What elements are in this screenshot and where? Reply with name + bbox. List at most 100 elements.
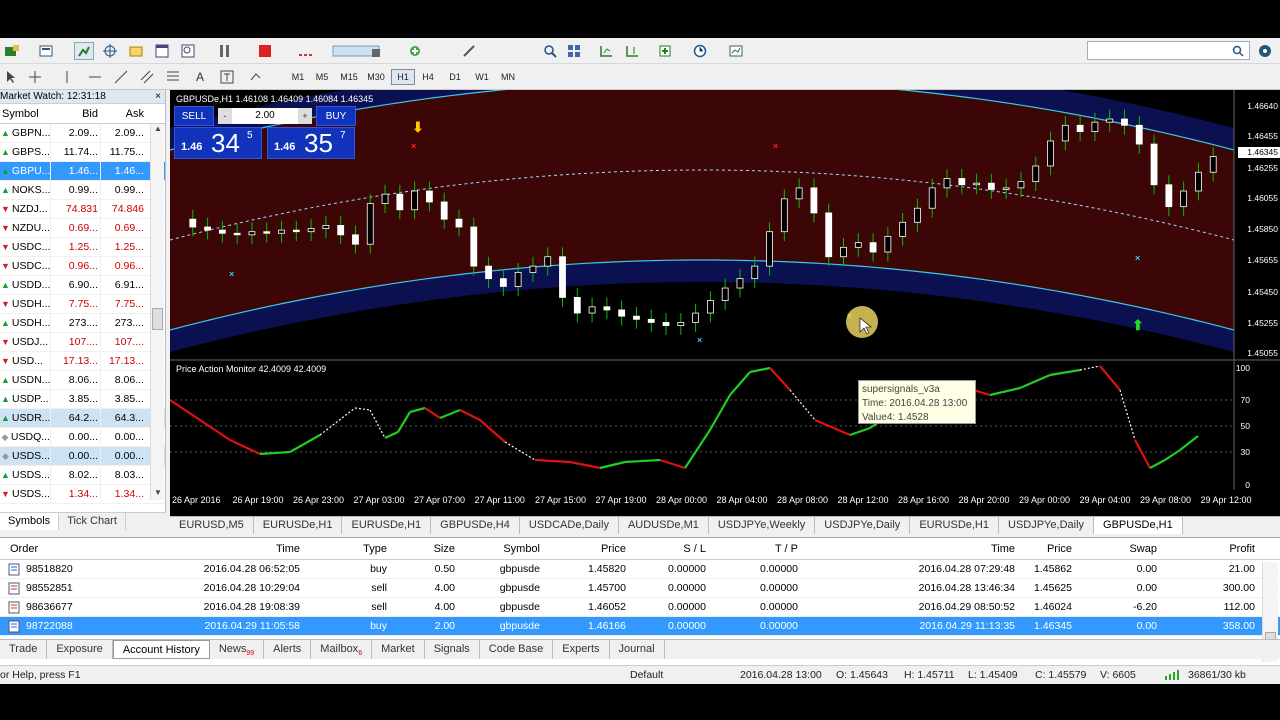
chart-tab[interactable]: AUDUSDe,M1 [619,517,709,534]
timeframe-m30[interactable]: M30 [364,69,388,85]
chart-tab[interactable]: EURUSDe,H1 [910,517,999,534]
crosshair-icon[interactable] [26,68,44,86]
terminal-tab[interactable]: Mailbox6 [311,640,373,659]
column-ask[interactable]: Ask [100,104,146,123]
channel-icon[interactable] [138,68,156,86]
sell-button[interactable]: SELL [174,106,214,126]
history-row[interactable]: 98636677 2016.04.28 19:08:39 sell 4.00 gbpus… [0,598,1280,617]
chart-tab[interactable]: USDJPYe,Weekly [709,517,816,534]
market-watch-row[interactable]: ▼ USD... 17.13... 17.13... [0,352,165,371]
market-watch-row[interactable]: ▼ USDJ... 107.... 107.... [0,333,165,352]
tab-symbols[interactable]: Symbols [0,513,60,530]
terminal-tab[interactable]: Alerts [264,640,312,659]
column-header[interactable]: T / P [775,538,798,560]
market-watch-row[interactable]: ▼ USDC... 0.96... 0.96... [0,257,165,276]
column-header[interactable]: Type [363,538,387,560]
buy-button[interactable]: BUY [316,106,356,126]
terminal-tab[interactable]: Exposure [47,640,113,659]
data-window-icon[interactable] [126,42,146,60]
new-order-icon[interactable] [404,42,428,60]
templates-icon[interactable] [724,42,752,60]
market-watch-row[interactable]: ▲ NOKS... 0.99... 0.99... [0,181,165,200]
chart-tab[interactable]: EURUSDe,H1 [342,517,432,534]
market-watch-row[interactable]: ▲ GBPU... 1.46... 1.46... [0,162,165,181]
terminal-tab[interactable]: Experts [553,640,610,659]
terminal-tab[interactable]: Signals [425,640,480,659]
market-watch-row[interactable]: ▲ USDS... 8.02... 8.03... [0,466,165,485]
scroll-down-icon[interactable]: ▼ [152,488,164,500]
scroll-up-icon[interactable]: ▲ [152,124,164,136]
scroll-thumb[interactable] [152,308,163,330]
column-header[interactable]: Time [991,538,1015,560]
history-row[interactable]: 98518820 2016.04.28 06:52:05 buy 0.50 gbpusd… [0,560,1280,579]
autotrading-icon[interactable] [330,42,384,60]
market-watch-scrollbar[interactable]: ▲ ▼ [150,124,164,500]
market-watch-row[interactable]: ▼ USDC... 1.25... 1.25... [0,238,165,257]
chart-tab[interactable]: EURUSDe,H1 [254,517,343,534]
timeframe-d1[interactable]: D1 [443,69,467,85]
market-watch-row[interactable]: ▼ NZDU... 0.69... 0.69... [0,219,165,238]
close-icon[interactable]: × [155,90,161,104]
zoom-icon[interactable] [540,42,560,60]
chart-shift-icon[interactable] [622,42,642,60]
indicators-icon[interactable] [654,42,682,60]
terminal-tab[interactable]: Journal [610,640,665,659]
arrows-icon[interactable] [244,68,272,86]
history-row[interactable]: 98722088 2016.04.29 11:05:58 buy 2.00 gbpusd… [0,617,1280,636]
timeframe-mn[interactable]: MN [496,69,520,85]
search-icon[interactable] [1230,42,1246,60]
column-header[interactable]: Price [1047,538,1072,560]
search-input[interactable] [1087,41,1250,60]
terminal-tab[interactable]: Account History [112,640,210,659]
column-bid[interactable]: Bid [50,104,100,123]
trendline-icon[interactable] [112,68,130,86]
lot-decrease-button[interactable]: - [218,108,232,124]
tab-tick-chart[interactable]: Tick Chart [59,513,126,530]
terminal-tab[interactable]: Code Base [480,640,554,659]
terminal-tab[interactable]: Market [372,640,425,659]
column-header[interactable]: Symbol [503,538,540,560]
horizontal-line-icon[interactable] [86,68,104,86]
crosshair-navigator-icon[interactable] [100,42,120,60]
stop-icon[interactable] [254,42,276,60]
chart-window-icon[interactable] [74,42,94,60]
timeframe-h4[interactable]: H4 [416,69,440,85]
chart-tab[interactable]: GBPUSDe,H4 [431,517,520,534]
chart-tab[interactable]: USDJPYe,Daily [999,517,1095,534]
market-watch-row[interactable]: ▲ USDP... 3.85... 3.85... [0,390,165,409]
market-watch-row[interactable]: ▼ USDS... 1.34... 1.34... [0,485,165,504]
terminal-tab[interactable]: Trade [0,640,48,659]
column-header[interactable]: Size [434,538,455,560]
timeframe-m1[interactable]: M1 [286,69,310,85]
trade-levels-icon[interactable] [294,42,318,60]
sell-price[interactable]: 1.46 34 5 [174,127,262,159]
terminal-icon[interactable] [178,42,198,60]
column-header[interactable]: S / L [683,538,706,560]
tile-windows-icon[interactable] [564,42,584,60]
vertical-line-icon[interactable] [60,68,74,86]
market-watch-row[interactable]: ▲ USDH... 273.... 273.... [0,314,165,333]
chart-window[interactable]: ⬇⬆×××××× GBPUSDe,H1 1.46108 1.46409 1.46… [170,90,1280,530]
chart-tab[interactable]: GBPUSDe,H1 [1094,517,1183,534]
lot-increase-button[interactable]: + [298,108,312,124]
cursor-icon[interactable] [2,68,20,86]
meta-editor-icon[interactable] [458,42,482,60]
market-watch-row[interactable]: ▲ GBPN... 2.09... 2.09... [0,124,165,143]
pause-icon[interactable] [214,42,236,60]
periods-icon[interactable] [688,42,716,60]
market-watch-row[interactable]: ▲ USDD... 6.90... 6.91... [0,276,165,295]
chart-tab[interactable]: USDCADe,Daily [520,517,619,534]
market-watch-row[interactable]: ▲ USDN... 8.06... 8.06... [0,371,165,390]
market-watch-row[interactable]: ▼ NZDJ... 74.831 74.846 [0,200,165,219]
timeframe-m5[interactable]: M5 [310,69,334,85]
fibonacci-icon[interactable] [164,68,182,86]
column-header[interactable]: Profit [1229,538,1255,560]
history-row[interactable]: 98552851 2016.04.28 10:29:04 sell 4.00 gbpus… [0,579,1280,598]
chart-tab[interactable]: EURUSD,M5 [170,517,254,534]
column-header[interactable]: Swap [1129,538,1157,560]
autoscroll-icon[interactable] [596,42,616,60]
chart-tab[interactable]: USDJPYe,Daily [815,517,911,534]
column-header[interactable]: Price [601,538,626,560]
buy-price[interactable]: 1.46 35 7 [267,127,355,159]
market-watch-row[interactable]: ▲ GBPS... 11.74... 11.75... [0,143,165,162]
